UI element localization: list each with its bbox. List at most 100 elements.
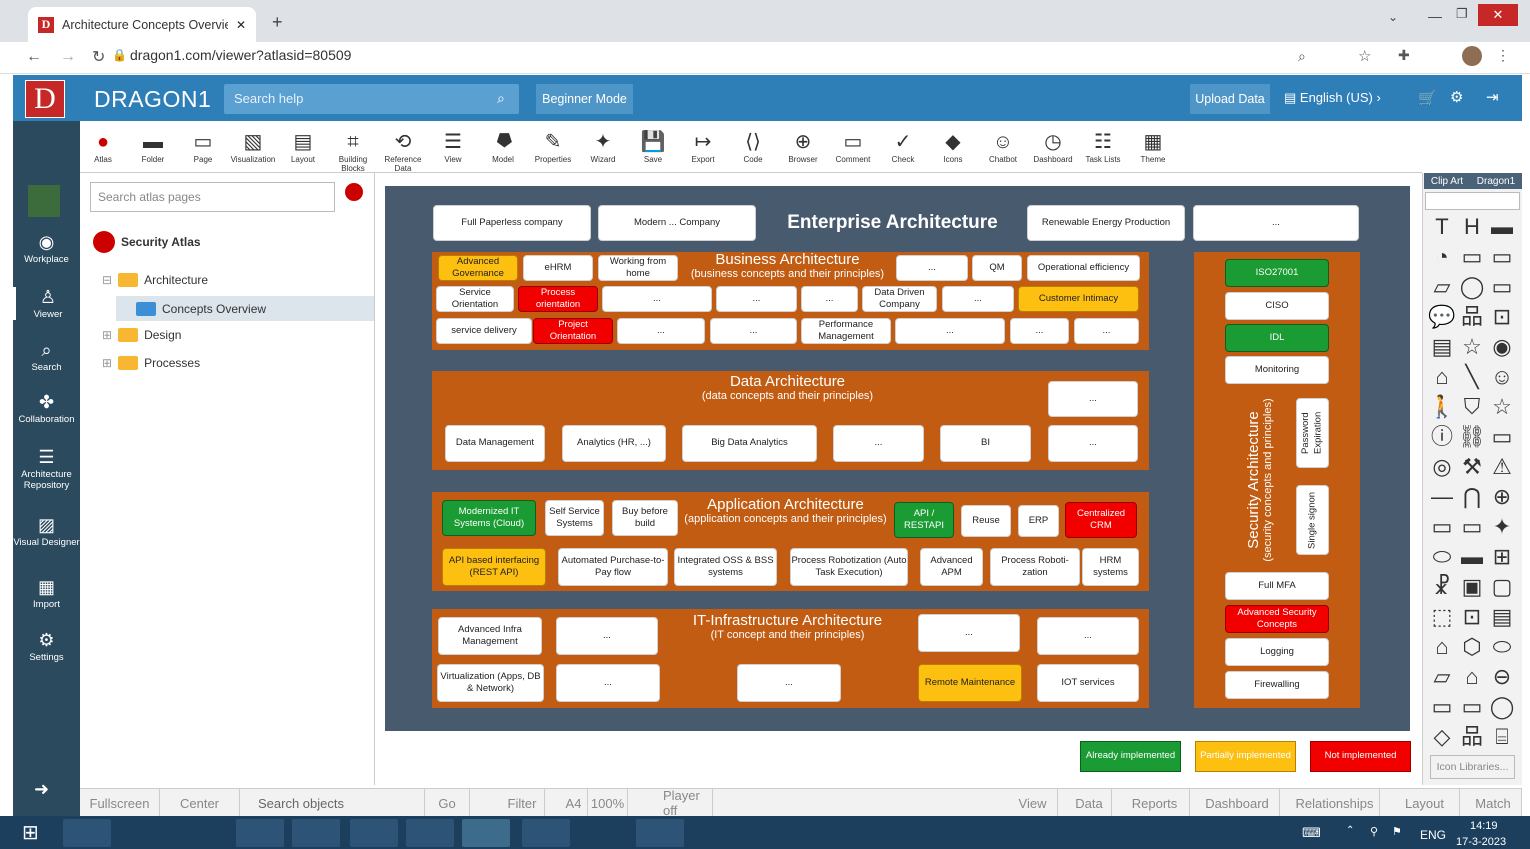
security-concept[interactable]: Firewalling xyxy=(1225,671,1329,699)
shape-icon[interactable]: 🚶 xyxy=(1427,392,1457,422)
bottom-player-off-button[interactable]: Player off xyxy=(663,788,713,818)
infra-concept[interactable]: IOT services xyxy=(1037,664,1139,702)
application-concept[interactable]: Process Roboti-zation xyxy=(990,548,1080,586)
search-icon[interactable]: ⌕ xyxy=(497,90,505,107)
shape-icon[interactable]: ⊡ xyxy=(1457,602,1487,632)
business-concept[interactable]: ... xyxy=(710,318,797,344)
application-concept[interactable]: Advanced APM xyxy=(920,548,983,586)
tool-layout[interactable]: ▤ Layout xyxy=(278,129,328,164)
shape-icon[interactable]: ◉ xyxy=(1487,332,1517,362)
tool-theme[interactable]: ▦ Theme xyxy=(1128,129,1178,164)
tool-folder[interactable]: ▬ Folder xyxy=(128,129,178,164)
shape-icon[interactable]: ◇ xyxy=(1427,722,1457,752)
application-concept[interactable]: API / RESTAPI xyxy=(894,502,954,538)
browser-tab[interactable]: D Architecture Concepts Overview ✕ xyxy=(28,7,256,42)
business-concept[interactable]: QM xyxy=(972,255,1022,281)
data-concept[interactable]: Analytics (HR, ...) xyxy=(562,425,666,462)
shape-icon[interactable]: ☆ xyxy=(1487,392,1517,422)
business-concept[interactable]: eHRM xyxy=(523,255,593,281)
shape-icon[interactable]: ⌂ xyxy=(1427,362,1457,392)
application-concept[interactable]: Self Service Systems xyxy=(545,500,604,536)
taskbar-app-icon[interactable] xyxy=(63,819,111,847)
shape-icon[interactable]: ▭ xyxy=(1457,692,1487,722)
record-icon[interactable] xyxy=(345,183,363,201)
tree-node-processes[interactable]: ⊞ Processes xyxy=(102,356,200,370)
clock-date[interactable]: 17-3-2023 xyxy=(1456,836,1506,848)
sidebar-settings[interactable]: ⚙ Settings xyxy=(13,630,80,663)
taskbar-app-icon[interactable] xyxy=(236,819,284,847)
tool-page[interactable]: ▭ Page xyxy=(178,129,228,164)
infra-concept[interactable]: ... xyxy=(737,664,841,702)
bottom-data-button[interactable]: Data xyxy=(1067,789,1112,817)
shape-icon[interactable]: ▬ xyxy=(1457,542,1487,572)
enterprise-architecture-diagram[interactable]: Full Paperless company Modern ... Company… xyxy=(385,186,1410,731)
tab-dragon1[interactable]: Dragon1 xyxy=(1477,176,1515,187)
minimize-icon[interactable]: — xyxy=(1428,8,1442,24)
new-tab-icon[interactable]: + xyxy=(272,12,283,33)
tray-chevron-icon[interactable]: ⌃ xyxy=(1346,825,1354,836)
shape-icon[interactable]: ▱ xyxy=(1427,662,1457,692)
bottom-view-button[interactable]: View xyxy=(1008,789,1058,817)
security-concept[interactable]: Full MFA xyxy=(1225,572,1329,600)
close-window-icon[interactable]: ✕ xyxy=(1478,4,1518,26)
tool-building-blocks[interactable]: ⌗ Building Blocks xyxy=(328,129,378,173)
business-concept[interactable]: service delivery xyxy=(436,318,532,344)
icon-libraries-button[interactable]: Icon Libraries... xyxy=(1430,755,1515,779)
shape-icon[interactable]: ⋂ xyxy=(1457,482,1487,512)
shape-icon[interactable]: ▭ xyxy=(1487,422,1517,452)
tool-browser[interactable]: ⊕ Browser xyxy=(778,129,828,164)
shape-icon[interactable]: ▢ xyxy=(1487,572,1517,602)
business-concept[interactable]: ... xyxy=(617,318,705,344)
bottom-dashboard-button[interactable]: Dashboard xyxy=(1195,789,1280,817)
shape-icon[interactable]: 品 xyxy=(1457,302,1487,332)
sidebar-thumbnail[interactable] xyxy=(28,185,60,217)
goal-box[interactable]: Renewable Energy Production xyxy=(1027,205,1185,241)
tool-icons[interactable]: ◆ Icons xyxy=(928,129,978,164)
tab-clipart[interactable]: Clip Art xyxy=(1431,176,1463,187)
taskbar-app-icon[interactable] xyxy=(522,819,570,847)
shape-icon[interactable]: ▭ xyxy=(1427,512,1457,542)
shape-icon[interactable]: ▭ xyxy=(1457,242,1487,272)
security-concept[interactable]: Advanced Security Concepts xyxy=(1225,605,1329,633)
shape-icon[interactable]: ▭ xyxy=(1487,272,1517,302)
bottom-100--button[interactable]: 100% xyxy=(588,789,628,817)
search-help-input[interactable]: Search help xyxy=(224,84,519,114)
shape-icon[interactable]: ◯ xyxy=(1457,272,1487,302)
data-concept[interactable]: Big Data Analytics xyxy=(682,425,817,462)
flag-icon[interactable]: ⚑ xyxy=(1392,825,1402,838)
taskbar-app-icon[interactable] xyxy=(406,819,454,847)
data-concept[interactable]: Data Management xyxy=(445,425,545,462)
shape-icon[interactable]: ⊞ xyxy=(1487,542,1517,572)
upload-data-button[interactable]: Upload Data xyxy=(1190,84,1270,114)
maximize-icon[interactable]: ❐ xyxy=(1456,6,1468,22)
goal-box[interactable]: Modern ... Company xyxy=(598,205,756,241)
shape-icon[interactable]: ⛉ xyxy=(1457,392,1487,422)
shape-icon[interactable]: ▤ xyxy=(1427,332,1457,362)
tool-task-lists[interactable]: ☷ Task Lists xyxy=(1078,129,1128,164)
shape-icon[interactable]: ▤ xyxy=(1487,602,1517,632)
shape-icon[interactable]: ⊡ xyxy=(1487,302,1517,332)
browser-menu-icon[interactable]: ⋮ xyxy=(1496,47,1510,64)
shape-icon[interactable]: ▬ xyxy=(1487,212,1517,242)
shape-icon[interactable]: ⌂ xyxy=(1427,632,1457,662)
bottom-a4-button[interactable]: A4 xyxy=(560,789,588,817)
shape-icon[interactable]: ▭ xyxy=(1457,512,1487,542)
business-concept[interactable]: Data Driven Company xyxy=(862,286,937,312)
shape-icon[interactable]: ⊕ xyxy=(1487,482,1517,512)
shape-icon[interactable]: ⌂ xyxy=(1457,662,1487,692)
application-concept[interactable]: Buy before build xyxy=(612,500,678,536)
application-concept[interactable]: Modernized IT Systems (Cloud) xyxy=(442,500,536,536)
bottom-center-button[interactable]: Center xyxy=(160,789,240,817)
profile-avatar[interactable] xyxy=(1462,46,1482,66)
input-language[interactable]: ENG xyxy=(1420,828,1446,842)
application-concept[interactable]: Integrated OSS & BSS systems xyxy=(674,548,777,586)
security-concept[interactable]: Monitoring xyxy=(1225,356,1329,384)
tool-export[interactable]: ↦ Export xyxy=(678,129,728,164)
bottom-go-button[interactable]: Go xyxy=(425,789,470,817)
arrow-right-circle-icon[interactable]: ➜ xyxy=(34,779,49,800)
bottom-fullscreen-button[interactable]: Fullscreen xyxy=(80,789,160,817)
security-concept[interactable]: Single signon xyxy=(1296,485,1329,555)
tool-chatbot[interactable]: ☺ Chatbot xyxy=(978,129,1028,164)
paint-icon[interactable] xyxy=(580,819,628,847)
application-concept[interactable]: HRM systems xyxy=(1082,548,1139,586)
